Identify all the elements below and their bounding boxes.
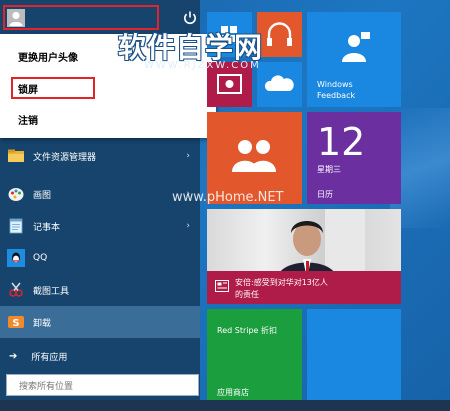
app-label: QQ (33, 253, 48, 263)
feedback-title-line1: Windows (317, 80, 353, 89)
store-promo: Red Stripe 折扣 (217, 326, 278, 335)
app-item-file-explorer[interactable]: 文件资源管理器 › (0, 140, 200, 172)
taskbar (0, 400, 450, 411)
news-headline-line1: 安倍:感受到对华对13亿人 (235, 278, 328, 287)
chevron-right-icon[interactable]: › (186, 221, 190, 231)
tile-windows-feedback[interactable]: Windows Feedback (307, 12, 401, 107)
menu-item-change-avatar[interactable]: 更换用户头像 (18, 49, 78, 64)
paint-icon (7, 185, 25, 203)
news-caption-bar: 安倍:感受到对华对13亿人 的责任 (207, 271, 401, 304)
calendar-day-number: 12 (317, 120, 366, 164)
app-item-snipping-tool[interactable]: 截图工具 (0, 274, 200, 306)
calendar-weekday: 星期三 (317, 165, 341, 174)
app-label: 文件资源管理器 (33, 152, 97, 163)
calendar-label: 日历 (317, 190, 333, 199)
lock-highlight-box (11, 77, 95, 99)
app-label: 截图工具 (33, 286, 70, 297)
news-icon (215, 280, 229, 292)
cloud-icon (264, 75, 294, 91)
svg-text:S: S (12, 318, 19, 329)
feedback-title-line2: Feedback (317, 91, 356, 100)
app-item-paint[interactable]: 画图 › (0, 178, 200, 210)
people-icon (232, 140, 276, 172)
app-item-notepad[interactable]: 记事本 › (0, 210, 200, 242)
snipping-tool-icon (7, 281, 25, 299)
arrow-right-icon: ➔ (9, 350, 18, 362)
search-placeholder: 搜索所有位置 (19, 382, 74, 392)
notepad-icon (7, 217, 25, 235)
app-item-uninstall[interactable]: S 卸载 (0, 306, 200, 338)
power-icon[interactable] (182, 10, 198, 26)
tile-calendar[interactable]: 12 星期三 日历 (307, 112, 401, 204)
app-label: 记事本 (33, 222, 61, 233)
store-label: 应用商店 (217, 388, 249, 397)
tile-blank[interactable] (307, 309, 401, 401)
app-item-qq[interactable]: QQ (0, 242, 200, 274)
search-input[interactable]: 搜索所有位置 (6, 374, 199, 396)
tile-music[interactable] (257, 12, 302, 57)
app-label: 画图 (33, 190, 52, 201)
uninstall-icon: S (7, 313, 25, 331)
tile-onedrive[interactable] (257, 62, 302, 107)
qq-icon (7, 249, 25, 267)
watermark-site-url: WWW.RJZXW.COM (144, 60, 261, 71)
folder-icon (7, 147, 25, 165)
watermark-overlay-url: www.pHome.NET (172, 190, 284, 205)
all-apps-button[interactable]: ➔ 所有应用 (0, 345, 200, 367)
headphones-icon (267, 22, 292, 46)
app-list: 文件资源管理器 › 画图 › 记事本 › QQ 截图工具 S 卸载 (0, 140, 200, 338)
tile-store[interactable]: Red Stripe 折扣 应用商店 (207, 309, 302, 401)
menu-item-sign-out[interactable]: 注销 (18, 112, 38, 127)
news-photo (207, 209, 401, 279)
tile-news[interactable]: 安倍:感受到对华对13亿人 的责任 (207, 209, 401, 304)
news-headline-line2: 的责任 (235, 290, 259, 299)
chevron-right-icon[interactable]: › (186, 151, 190, 161)
feedback-user-icon (342, 32, 370, 62)
all-apps-label: 所有应用 (31, 352, 68, 363)
app-label: 卸载 (33, 318, 52, 329)
